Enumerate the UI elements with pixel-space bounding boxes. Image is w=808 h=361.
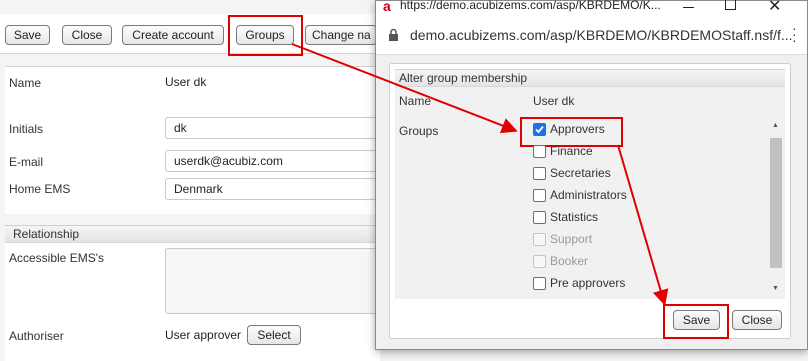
arrow-to-approvers bbox=[291, 43, 518, 134]
arrow-to-save bbox=[617, 144, 669, 306]
annotation-arrows bbox=[291, 43, 669, 306]
